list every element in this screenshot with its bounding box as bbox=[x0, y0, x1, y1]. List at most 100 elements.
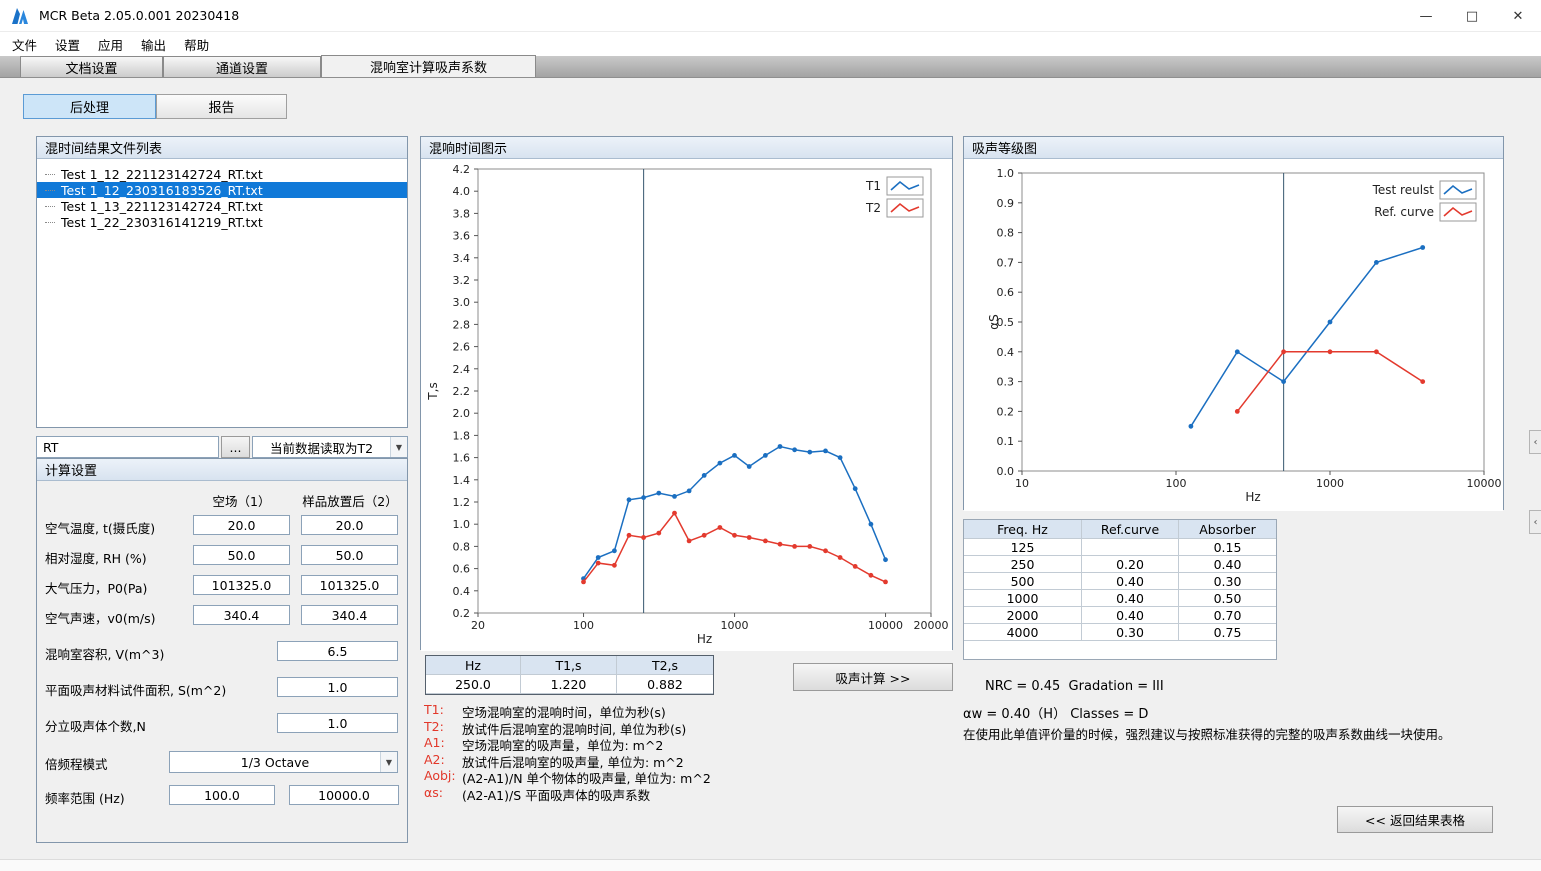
svg-text:2.8: 2.8 bbox=[453, 318, 471, 331]
field-input[interactable] bbox=[277, 677, 398, 697]
menu-item-4[interactable]: 帮助 bbox=[175, 32, 218, 57]
close-button[interactable]: ✕ bbox=[1495, 0, 1541, 32]
note-key: αs: bbox=[424, 785, 462, 802]
note-line-1: T2:放试件后混响室的混响时间, 单位为秒(s) bbox=[424, 719, 711, 736]
table-cell: 125 bbox=[964, 539, 1082, 556]
absorb-calc-button[interactable]: 吸声计算 >> bbox=[793, 663, 953, 691]
table-cell: 0.30 bbox=[1179, 573, 1276, 590]
titlebar[interactable]: MCR Beta 2.05.0.001 20230418 — □ ✕ bbox=[0, 0, 1541, 32]
field-input[interactable] bbox=[277, 641, 398, 661]
file-list-item-1[interactable]: Test 1_12_230316183526_RT.txt bbox=[37, 182, 407, 198]
svg-text:1.0: 1.0 bbox=[453, 518, 471, 531]
file-list-item-0[interactable]: Test 1_12_221123142724_RT.txt bbox=[37, 166, 407, 182]
column-header: T1,s bbox=[521, 656, 617, 675]
freq-min-input[interactable] bbox=[169, 785, 275, 805]
octave-mode-value: 1/3 Octave bbox=[170, 752, 380, 772]
field-input-empty[interactable] bbox=[193, 575, 290, 595]
rating-table: Freq. HzRef.curveAbsorber1250.152500.200… bbox=[963, 519, 1277, 660]
svg-text:1.0: 1.0 bbox=[997, 167, 1015, 180]
legend-notes: T1:空场混响室的混响时间，单位为秒(s)T2:放试件后混响室的混响时间, 单位… bbox=[424, 702, 711, 801]
rt-name-input[interactable] bbox=[36, 436, 219, 458]
sub-tab-0[interactable]: 后处理 bbox=[23, 94, 156, 119]
tree-connector-icon bbox=[45, 206, 55, 207]
note-line-5: αs:(A2-A1)/S 平面吸声体的吸声系数 bbox=[424, 785, 711, 802]
svg-text:0.8: 0.8 bbox=[453, 540, 471, 553]
data-read-mode-combo[interactable]: 当前数据读取为T2 ▼ bbox=[252, 436, 408, 458]
rating-chart-header: 吸声等级图 bbox=[964, 137, 1503, 159]
file-list: Test 1_12_221123142724_RT.txtTest 1_12_2… bbox=[37, 159, 407, 427]
menu-item-1[interactable]: 设置 bbox=[46, 32, 89, 57]
table-cell: 0.30 bbox=[1082, 624, 1179, 641]
file-list-item-2[interactable]: Test 1_13_221123142724_RT.txt bbox=[37, 198, 407, 214]
note-line-0: T1:空场混响室的混响时间，单位为秒(s) bbox=[424, 702, 711, 719]
svg-text:T1: T1 bbox=[865, 179, 881, 193]
field-input-empty[interactable] bbox=[193, 515, 290, 535]
freq-max-input[interactable] bbox=[289, 785, 399, 805]
menu-item-2[interactable]: 应用 bbox=[89, 32, 132, 57]
file-name: Test 1_12_230316183526_RT.txt bbox=[61, 183, 263, 198]
app-logo-icon bbox=[10, 6, 30, 26]
table-cell: 2000 bbox=[964, 607, 1082, 624]
svg-text:20000: 20000 bbox=[914, 619, 949, 632]
table-cell: 250 bbox=[964, 556, 1082, 573]
main-tab-0[interactable]: 文档设置 bbox=[20, 56, 163, 77]
note-key: A2: bbox=[424, 752, 462, 769]
calc-settings-title: 计算设置 bbox=[45, 460, 97, 479]
bottom-strip bbox=[0, 859, 1541, 871]
note-key: A1: bbox=[424, 735, 462, 752]
file-list-panel-header: 混时间结果文件列表 bbox=[37, 137, 407, 159]
svg-text:3.4: 3.4 bbox=[453, 252, 471, 265]
field-input-sample[interactable] bbox=[301, 515, 398, 535]
collapse-panel-toggle-1[interactable]: ‹ bbox=[1529, 430, 1541, 454]
main-tab-1[interactable]: 通道设置 bbox=[163, 56, 321, 77]
field-input[interactable] bbox=[277, 713, 398, 733]
svg-text:0.8: 0.8 bbox=[997, 227, 1015, 240]
calc-settings-body: 空场（1）样品放置后（2）空气温度, t(摄氏度)相对湿度, RH (%)大气压… bbox=[37, 481, 407, 842]
octave-mode-row: 倍频程模式 1/3 Octave▼ bbox=[37, 751, 407, 773]
field-input-empty[interactable] bbox=[193, 605, 290, 625]
svg-text:0.1: 0.1 bbox=[997, 435, 1015, 448]
field-label: 混响室容积, V(m^3) bbox=[45, 644, 164, 663]
field-label: 频率范围 (Hz) bbox=[45, 788, 125, 807]
svg-text:3.0: 3.0 bbox=[453, 296, 471, 309]
note-text: 放试件后混响室的混响时间, 单位为秒(s) bbox=[462, 719, 686, 736]
main-tab-strip: 文档设置通道设置混响室计算吸声系数 bbox=[0, 56, 1541, 78]
rt-chart[interactable]: 0.20.40.60.81.01.21.41.61.82.02.22.42.62… bbox=[421, 159, 952, 651]
note-key: T1: bbox=[424, 702, 462, 719]
collapse-panel-toggle-2[interactable]: ‹ bbox=[1529, 510, 1541, 534]
field-input-sample[interactable] bbox=[301, 545, 398, 565]
octave-mode-combo[interactable]: 1/3 Octave▼ bbox=[169, 751, 398, 773]
field-label: 倍频程模式 bbox=[45, 754, 108, 773]
table-row-0: 250.01.2200.882 bbox=[426, 675, 713, 694]
table-cell: 0.40 bbox=[1082, 573, 1179, 590]
maximize-button[interactable]: □ bbox=[1449, 0, 1495, 32]
calc-field-row-3: 空气声速，v0(m/s) bbox=[37, 605, 407, 627]
svg-text:1.4: 1.4 bbox=[453, 474, 471, 487]
rt-chart-panel: 混响时间图示 0.20.40.60.81.01.21.41.61.82.02.2… bbox=[420, 136, 953, 650]
svg-text:4.2: 4.2 bbox=[453, 163, 471, 176]
field-label: 空气温度, t(摄氏度) bbox=[45, 518, 155, 537]
menu-item-3[interactable]: 输出 bbox=[132, 32, 175, 57]
note-key: Aobj: bbox=[424, 768, 462, 785]
field-input-empty[interactable] bbox=[193, 545, 290, 565]
svg-text:0.6: 0.6 bbox=[453, 563, 471, 576]
svg-text:4.0: 4.0 bbox=[453, 185, 471, 198]
field-input-sample[interactable] bbox=[301, 605, 398, 625]
browse-button[interactable]: ... bbox=[221, 436, 250, 458]
minimize-button[interactable]: — bbox=[1403, 0, 1449, 32]
svg-text:2.0: 2.0 bbox=[453, 407, 471, 420]
tree-connector-icon bbox=[45, 222, 55, 223]
rt-chart-title: 混响时间图示 bbox=[429, 138, 507, 157]
rating-chart-panel: 吸声等级图 0.00.10.20.30.40.50.60.70.80.91.01… bbox=[963, 136, 1504, 510]
file-name: Test 1_12_221123142724_RT.txt bbox=[61, 167, 263, 182]
sub-tab-1[interactable]: 报告 bbox=[156, 94, 287, 119]
file-list-item-3[interactable]: Test 1_22_230316141219_RT.txt bbox=[37, 214, 407, 230]
rating-chart[interactable]: 0.00.10.20.30.40.50.60.70.80.91.01010010… bbox=[964, 159, 1503, 511]
field-input-sample[interactable] bbox=[301, 575, 398, 595]
back-to-results-button[interactable]: << 返回结果表格 bbox=[1337, 806, 1493, 833]
menu-item-0[interactable]: 文件 bbox=[3, 32, 46, 57]
calc-field-row-2: 大气压力，P0(Pa) bbox=[37, 575, 407, 597]
main-tab-2[interactable]: 混响室计算吸声系数 bbox=[321, 55, 536, 77]
menu-bar: 文件设置应用输出帮助 bbox=[0, 32, 1541, 56]
table-cell: 0.40 bbox=[1082, 590, 1179, 607]
